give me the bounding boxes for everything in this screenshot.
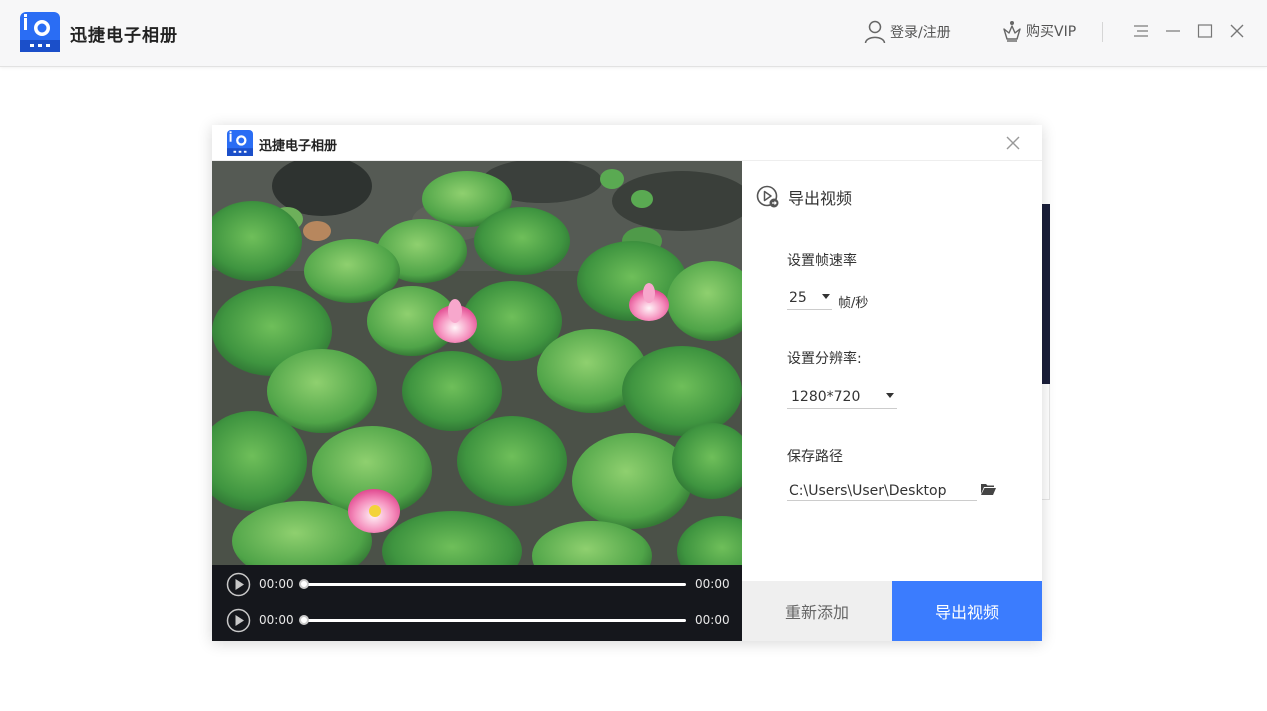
menu-button[interactable] [1132, 22, 1150, 40]
dialog-close-icon[interactable] [1004, 134, 1022, 152]
login-label: 登录/注册 [890, 25, 951, 41]
resolution-value: 1280*720 [791, 389, 861, 405]
current-time: 00:00 [259, 613, 294, 627]
lotus-pond-image [212, 161, 742, 565]
folder-open-icon[interactable] [980, 482, 996, 496]
maximize-button[interactable] [1196, 22, 1214, 40]
fps-label: 设置帧速率 [787, 253, 857, 269]
close-icon [1230, 24, 1244, 38]
play-icon[interactable] [226, 608, 251, 633]
video-preview [212, 161, 742, 565]
maximize-icon [1197, 24, 1213, 38]
player-row-1: 00:00 00:00 [212, 569, 742, 599]
buy-vip-button[interactable]: 购买VIP [1002, 20, 1076, 42]
export-video-icon [756, 185, 779, 208]
user-icon [864, 20, 886, 44]
minimize-button[interactable] [1164, 22, 1182, 40]
progress-track[interactable] [304, 583, 686, 586]
panel-heading: 导出视频 [756, 185, 852, 209]
chevron-down-icon [886, 393, 894, 398]
login-button[interactable]: 登录/注册 [864, 20, 951, 44]
minimize-icon [1166, 30, 1180, 32]
resolution-select[interactable]: 1280*720 [787, 385, 897, 409]
resolution-label: 设置分辨率: [787, 351, 862, 367]
header-divider [1102, 22, 1103, 42]
dialog-titlebar: 迅捷电子相册 [212, 125, 1042, 161]
lotus-flower [348, 489, 400, 533]
readd-button[interactable]: 重新添加 [742, 581, 892, 641]
fps-unit: 帧/秒 [838, 296, 869, 311]
total-time: 00:00 [695, 577, 730, 591]
fps-select[interactable]: 25 [787, 286, 832, 310]
close-window-button[interactable] [1228, 22, 1246, 40]
crown-icon [1003, 21, 1021, 42]
play-icon[interactable] [226, 572, 251, 597]
export-dialog: 迅捷电子相册 00:00 00:00 00:00 00:00 导出视频 设置帧速… [212, 125, 1042, 641]
save-path-input[interactable]: C:\Users\User\Desktop [787, 481, 977, 501]
panel-title: 导出视频 [788, 189, 853, 208]
chevron-down-icon [822, 294, 830, 299]
save-path-label: 保存路径 [787, 449, 843, 465]
total-time: 00:00 [695, 613, 730, 627]
dialog-title: 迅捷电子相册 [259, 139, 338, 154]
fps-value: 25 [789, 290, 807, 306]
progress-track[interactable] [304, 619, 686, 622]
app-header: 迅捷电子相册 登录/注册 购买VIP [0, 0, 1267, 67]
progress-thumb[interactable] [299, 615, 309, 625]
video-player-controls: 00:00 00:00 00:00 00:00 [212, 565, 742, 641]
save-path-value: C:\Users\User\Desktop [789, 483, 947, 499]
export-video-button[interactable]: 导出视频 [892, 581, 1042, 641]
app-logo-icon [20, 12, 60, 52]
menu-icon [1134, 25, 1148, 37]
player-row-2: 00:00 00:00 [212, 605, 742, 635]
export-settings-panel: 导出视频 设置帧速率 25 帧/秒 设置分辨率: 1280*720 保存路径 C… [742, 161, 1042, 581]
current-time: 00:00 [259, 577, 294, 591]
vip-label: 购买VIP [1026, 24, 1077, 40]
dialog-logo-icon [227, 130, 253, 156]
app-title: 迅捷电子相册 [70, 26, 178, 46]
progress-thumb[interactable] [299, 579, 309, 589]
